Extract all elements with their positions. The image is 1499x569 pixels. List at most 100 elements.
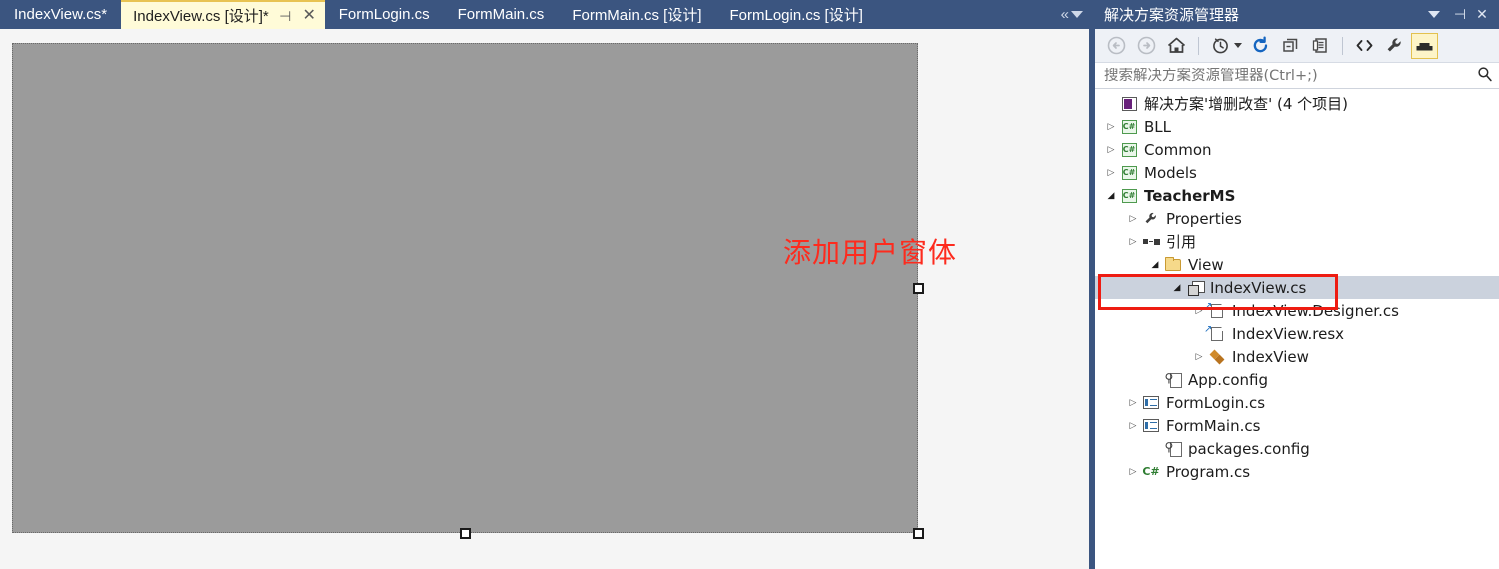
tree-item-label: View (1188, 255, 1224, 274)
design-form-selection[interactable]: 添加用户窗体 (12, 43, 956, 539)
pin-icon[interactable]: ⊣ (1449, 6, 1471, 23)
back-icon[interactable] (1103, 33, 1130, 59)
form-caption-label: 添加用户窗体 (783, 236, 958, 269)
tree-item-view-folder[interactable]: ◢ View (1095, 253, 1499, 276)
tree-item-indexview-resx[interactable]: ↗ IndexView.resx (1095, 322, 1499, 345)
tree-item-models[interactable]: ▷ C# Models (1095, 161, 1499, 184)
folder-icon (1163, 256, 1183, 271)
tree-item-label: App.config (1188, 370, 1268, 389)
twisty-collapsed-icon[interactable]: ▷ (1125, 421, 1141, 431)
tree-item-label: IndexView.resx (1232, 324, 1345, 343)
tree-item-properties[interactable]: ▷ Properties (1095, 207, 1499, 230)
forward-icon[interactable] (1133, 33, 1160, 59)
tab-label: FormLogin.cs (338, 6, 430, 23)
design-form[interactable]: 添加用户窗体 (12, 43, 956, 533)
tree-item-label: Program.cs (1166, 462, 1251, 481)
visual-studio-window: IndexView.cs* IndexView.cs [设计]* ⊣ ✕ For… (0, 0, 1499, 569)
search-input[interactable] (1104, 67, 1477, 84)
twisty-collapsed-icon[interactable]: ▷ (1191, 352, 1207, 362)
solution-explorer-titlebar: 解决方案资源管理器 ⊣ ✕ (1095, 0, 1499, 29)
twisty-collapsed-icon[interactable]: ▷ (1103, 168, 1119, 178)
tree-item-program-cs[interactable]: ▷ C# Program.cs (1095, 460, 1499, 483)
solution-explorer-tree[interactable]: 解决方案'增删改查' (4 个项目) ▷ C# BLL ▷ C# Common … (1095, 92, 1499, 569)
resx-file-icon: ↗ (1204, 324, 1227, 341)
twisty-expanded-icon[interactable]: ◢ (1147, 260, 1163, 270)
tab-label: IndexView.cs* (14, 6, 108, 23)
editor-tabstrip: IndexView.cs* IndexView.cs [设计]* ⊣ ✕ For… (0, 0, 1089, 29)
tab-formlogin-cs-designer[interactable]: FormLogin.cs [设计] (715, 0, 877, 29)
tab-label: FormMain.cs [设计] (572, 7, 702, 24)
csharp-project-icon: C# (1119, 165, 1139, 180)
twisty-collapsed-icon[interactable]: ▷ (1125, 237, 1141, 247)
solution-explorer-toolbar (1095, 29, 1499, 63)
pending-changes-icon[interactable] (1207, 33, 1234, 59)
home-icon[interactable] (1163, 33, 1190, 59)
tree-item-references[interactable]: ▷ 引用 (1095, 230, 1499, 253)
solution-explorer-pane: 解决方案资源管理器 ⊣ ✕ 搜索解决方案资源管理器(Ctrl+;) 解决方案'增… (1095, 0, 1499, 569)
chevron-down-icon[interactable] (1428, 11, 1440, 18)
tree-item-label: Properties (1166, 209, 1242, 228)
winforms-design-surface[interactable]: 添加用户窗体 (0, 29, 1089, 569)
tree-item-app-config[interactable]: App.config (1095, 368, 1499, 391)
twisty-expanded-icon[interactable]: ◢ (1169, 283, 1185, 293)
tree-item-indexview-designer-cs[interactable]: ▷ ↗ IndexView.Designer.cs (1095, 299, 1499, 322)
tree-item-teacherms[interactable]: ◢ C# TeacherMS (1095, 184, 1499, 207)
tree-item-indexview-cs[interactable]: ◢ IndexView.cs (1095, 276, 1499, 299)
twisty-collapsed-icon[interactable]: ▷ (1103, 145, 1119, 155)
panel-title: 解决方案资源管理器 (1104, 6, 1240, 24)
collapse-all-icon[interactable] (1277, 33, 1304, 59)
editor-pane: IndexView.cs* IndexView.cs [设计]* ⊣ ✕ For… (0, 0, 1089, 569)
tree-item-bll[interactable]: ▷ C# BLL (1095, 115, 1499, 138)
preview-selected-items-icon[interactable] (1411, 32, 1438, 59)
resize-handle-middle-right[interactable] (913, 283, 924, 294)
close-icon[interactable]: ✕ (302, 7, 317, 24)
wrench-icon (1141, 211, 1161, 226)
tree-item-label: Models (1144, 163, 1197, 182)
tree-item-common[interactable]: ▷ C# Common (1095, 138, 1499, 161)
chevron-down-icon[interactable] (1071, 11, 1083, 18)
tree-item-indexview-class[interactable]: ▷ IndexView (1095, 345, 1499, 368)
tab-label: FormMain.cs (457, 6, 545, 23)
resize-handle-bottom-right[interactable] (913, 528, 924, 539)
references-icon (1141, 238, 1161, 245)
tree-item-label: FormLogin.cs (1166, 393, 1266, 412)
refresh-icon[interactable] (1247, 33, 1274, 59)
tab-formmain-cs-designer[interactable]: FormMain.cs [设计] (558, 0, 716, 29)
solution-explorer-search[interactable] (1095, 63, 1499, 89)
tree-item-label: IndexView.Designer.cs (1232, 301, 1399, 320)
twisty-collapsed-icon[interactable]: ▷ (1125, 214, 1141, 224)
csharp-file-icon: C# (1142, 465, 1160, 478)
csharp-project-icon: C# (1119, 119, 1139, 134)
tab-indexview-cs-designer[interactable]: IndexView.cs [设计]* ⊣ ✕ (121, 0, 325, 29)
tree-item-packages-config[interactable]: packages.config (1095, 437, 1499, 460)
pin-icon[interactable]: ⊣ (278, 9, 293, 23)
twisty-collapsed-icon[interactable]: ▷ (1103, 122, 1119, 132)
tree-item-formlogin-cs[interactable]: ▷ FormLogin.cs (1095, 391, 1499, 414)
tab-overflow-controls: « (1054, 0, 1089, 29)
show-all-files-icon[interactable] (1351, 33, 1378, 59)
tree-item-label: IndexView (1232, 347, 1309, 366)
tree-item-formmain-cs[interactable]: ▷ FormMain.cs (1095, 414, 1499, 437)
chevron-down-icon[interactable] (1234, 43, 1242, 48)
chevron-left-icon[interactable]: « (1061, 6, 1069, 23)
tree-item-solution[interactable]: 解决方案'增删改查' (4 个项目) (1095, 92, 1499, 115)
form-list-icon (1141, 419, 1161, 432)
resize-handle-bottom-center[interactable] (460, 528, 471, 539)
component-icon (1207, 350, 1227, 364)
wrench-icon[interactable] (1381, 33, 1408, 59)
tab-indexview-cs[interactable]: IndexView.cs* (0, 0, 122, 29)
tree-item-label: FormMain.cs (1166, 416, 1261, 435)
tree-item-label: Common (1144, 140, 1212, 159)
close-icon[interactable]: ✕ (1471, 6, 1493, 23)
twisty-expanded-icon[interactable]: ◢ (1103, 191, 1119, 201)
properties-icon[interactable] (1307, 33, 1334, 59)
tree-item-label: TeacherMS (1144, 186, 1236, 205)
tab-formlogin-cs[interactable]: FormLogin.cs (324, 0, 444, 29)
csharp-project-icon: C# (1119, 188, 1139, 203)
solution-icon (1119, 96, 1139, 111)
search-icon[interactable] (1477, 66, 1493, 86)
tree-item-label: packages.config (1188, 439, 1310, 458)
twisty-collapsed-icon[interactable]: ▷ (1125, 467, 1141, 477)
tab-formmain-cs[interactable]: FormMain.cs (443, 0, 559, 29)
twisty-collapsed-icon[interactable]: ▷ (1125, 398, 1141, 408)
